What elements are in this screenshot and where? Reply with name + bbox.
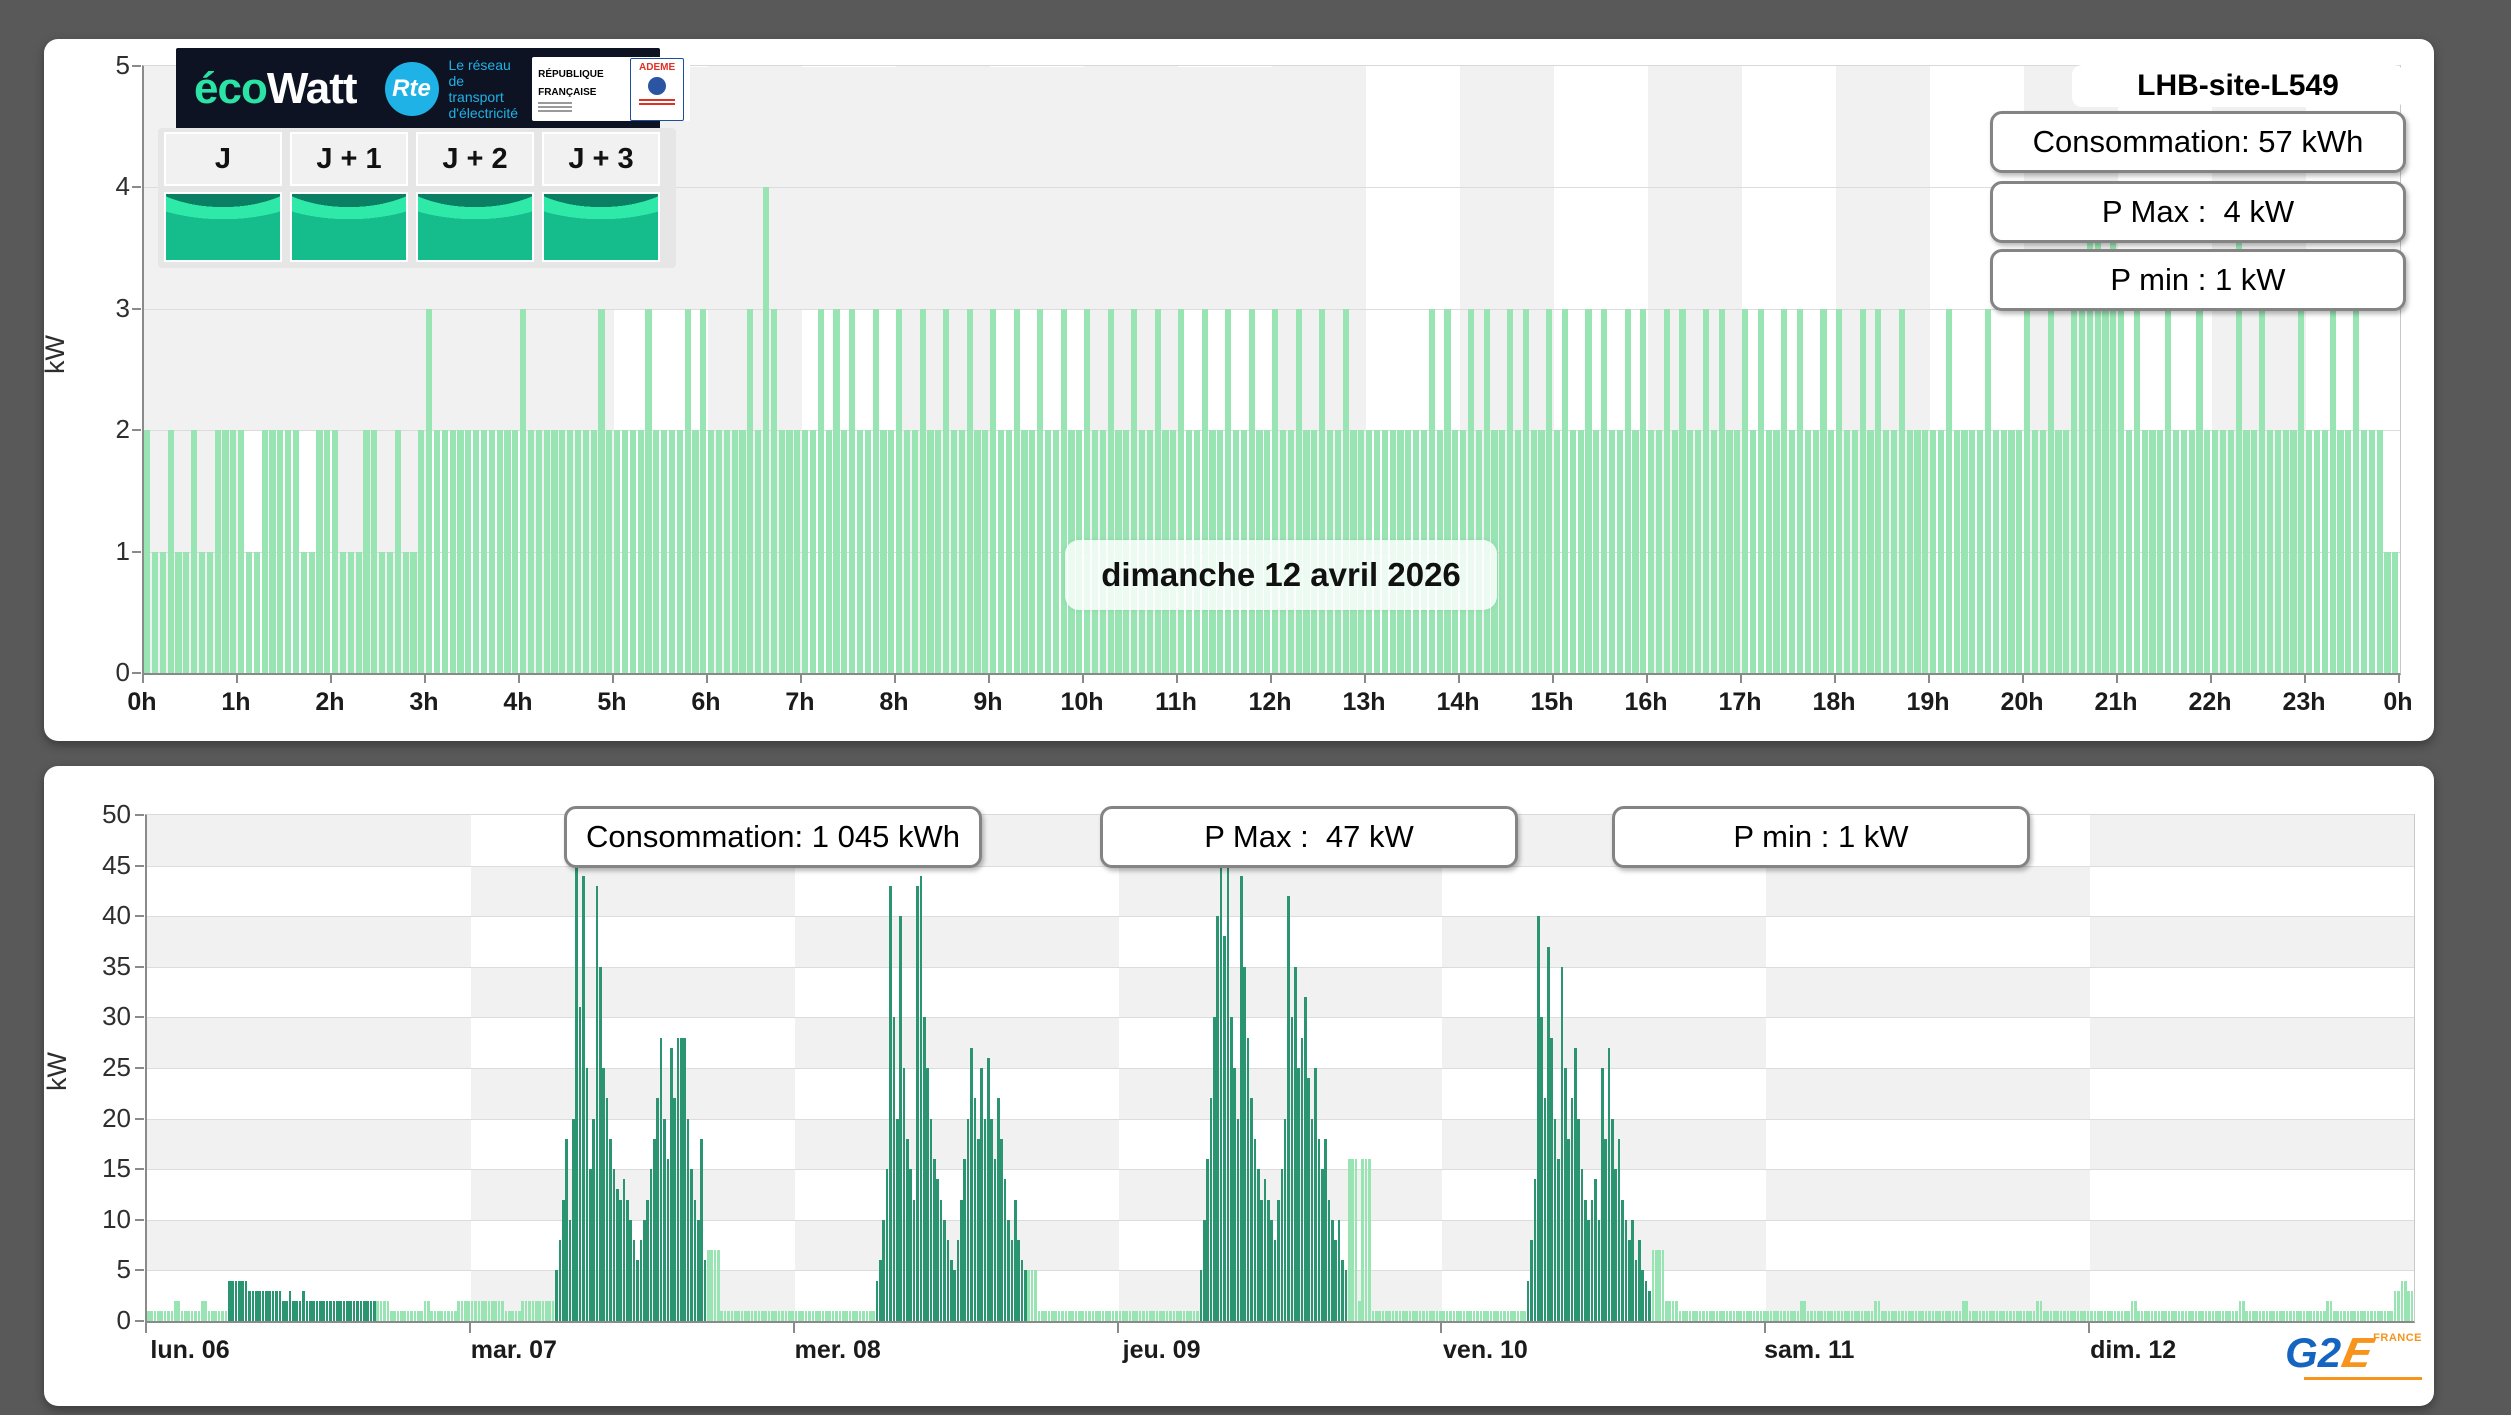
x-tick-label: 20h [2000,688,2044,716]
day-panel: 0 1 2 3 4 5 0h 1h 2h 3h 4h 5h 6h 7h 8h 9h 10h 11h 12h 13h 14… [44,39,2434,741]
g2e-tagline-bar [2304,1377,2422,1380]
date-label: dimanche 12 avril 2026 [1065,540,1497,610]
forecast-day-selector: J J + 1 J + 2 J + 3 [158,128,676,268]
day-pmin-badge: P min : 1 kW [1990,249,2406,311]
g2e-france-logo: G2 E FRANCE [2272,1329,2422,1398]
y-tick-label: 5 [115,50,130,80]
y-tick-label: 3 [115,292,130,323]
week-pmax-badge: P Max : 47 kW [1100,806,1518,868]
ecowatt-gauge-j2-icon[interactable] [416,192,534,262]
rte-logo-icon: Rte [384,62,439,116]
ecowatt-gauge-j3-icon[interactable] [542,192,660,262]
y-tick-label: 50 [102,799,131,829]
x-tick-label: dim. 12 [2090,1336,2177,1364]
button-day-j2[interactable]: J + 2 [416,132,534,186]
x-tick-label: 11h [1155,688,1197,716]
y-tick-label: 45 [102,849,131,880]
x-tick-label: mer. 08 [794,1336,881,1364]
x-tick-label: 0h [2383,688,2413,716]
y-tick-label: 2 [115,414,130,445]
button-day-j1[interactable]: J + 1 [290,132,408,186]
x-tick-label: sam. 11 [1764,1336,1855,1364]
x-tick-label: lun. 06 [150,1336,230,1364]
site-title: LHB-site-L549 [2072,65,2404,107]
x-tick-label: 19h [1906,688,1950,716]
x-tick-label: 13h [1342,688,1386,716]
x-tick-label: 17h [1718,688,1762,716]
day-y-axis-title: kW [44,335,70,374]
y-tick-label: 5 [116,1254,131,1285]
day-pmax-badge: P Max : 4 kW [1990,181,2406,243]
y-tick-label: 0 [115,657,130,687]
y-tick-label: 1 [115,535,130,566]
x-tick-label: mar. 07 [470,1336,557,1364]
x-tick-label: 6h [691,688,721,716]
x-tick-label: 8h [879,688,909,716]
button-day-j[interactable]: J [164,132,282,186]
x-tick-label: 23h [2282,688,2326,716]
x-tick-label: 2h [315,688,345,716]
x-tick-label: 3h [409,688,439,716]
y-tick-label: 10 [102,1203,131,1234]
x-tick-label: 10h [1060,688,1104,716]
ademe-globe-icon [648,76,667,95]
shaded-region [144,308,520,431]
lightning-e-icon: E [2338,1329,2377,1376]
x-tick-label: 9h [973,688,1003,716]
day-consumption-badge: Consommation: 57 kWh [1990,111,2406,173]
button-day-j3[interactable]: J + 3 [542,132,660,186]
x-tick-label: 0h [127,688,157,716]
x-tick-label: 16h [1624,688,1668,716]
x-tick-label: 5h [597,688,627,716]
x-tick-label: 4h [503,688,533,716]
y-tick-label: 30 [102,1001,131,1032]
y-tick-label: 20 [102,1102,131,1133]
motto-lines [538,102,624,112]
ecowatt-gauge-j1-icon[interactable] [290,192,408,262]
y-tick-label: 15 [102,1153,131,1184]
x-tick-label: 7h [785,688,815,716]
y-tick-label: 4 [115,171,130,202]
y-tick-label: 25 [102,1052,131,1082]
y-tick-label: 35 [102,950,131,981]
x-tick-label: 1h [221,688,251,716]
y-tick-label: 0 [116,1305,131,1335]
rte-tagline: Le réseau de transport d'électricité [448,57,519,121]
week-y-axis-title: kW [44,1052,72,1091]
x-tick-label: ven. 10 [1443,1336,1528,1364]
x-tick-label: 14h [1436,688,1480,716]
republique-francaise-badge: RÉPUBLIQUE FRANÇAISE [538,64,624,114]
week-consumption-badge: Consommation: 1 045 kWh [564,806,982,868]
x-tick-label: jeu. 09 [1122,1336,1201,1364]
government-badges: RÉPUBLIQUE FRANÇAISE ADEME [532,57,691,121]
ecowatt-logo: écoWatt Rte Le réseau de transport d'éle… [176,48,691,130]
x-tick-label: 21h [2094,688,2138,716]
ecowatt-gauge-j-icon[interactable] [164,192,282,262]
x-tick-label: 22h [2188,688,2232,716]
ademe-badge: ADEME [630,57,685,121]
y-tick-label: 40 [102,900,131,931]
ecowatt-wordmark: écoWatt [194,64,357,113]
week-chart-plot [145,814,2415,1323]
x-tick-label: 18h [1812,688,1856,716]
week-panel: 0 5 10 15 20 25 30 35 40 45 50 lun. 06 mar. 07 mer. 0… [44,766,2434,1406]
x-tick-label: 15h [1530,688,1574,716]
week-pmin-badge: P min : 1 kW [1612,806,2030,868]
x-tick-label: 12h [1248,688,1292,716]
